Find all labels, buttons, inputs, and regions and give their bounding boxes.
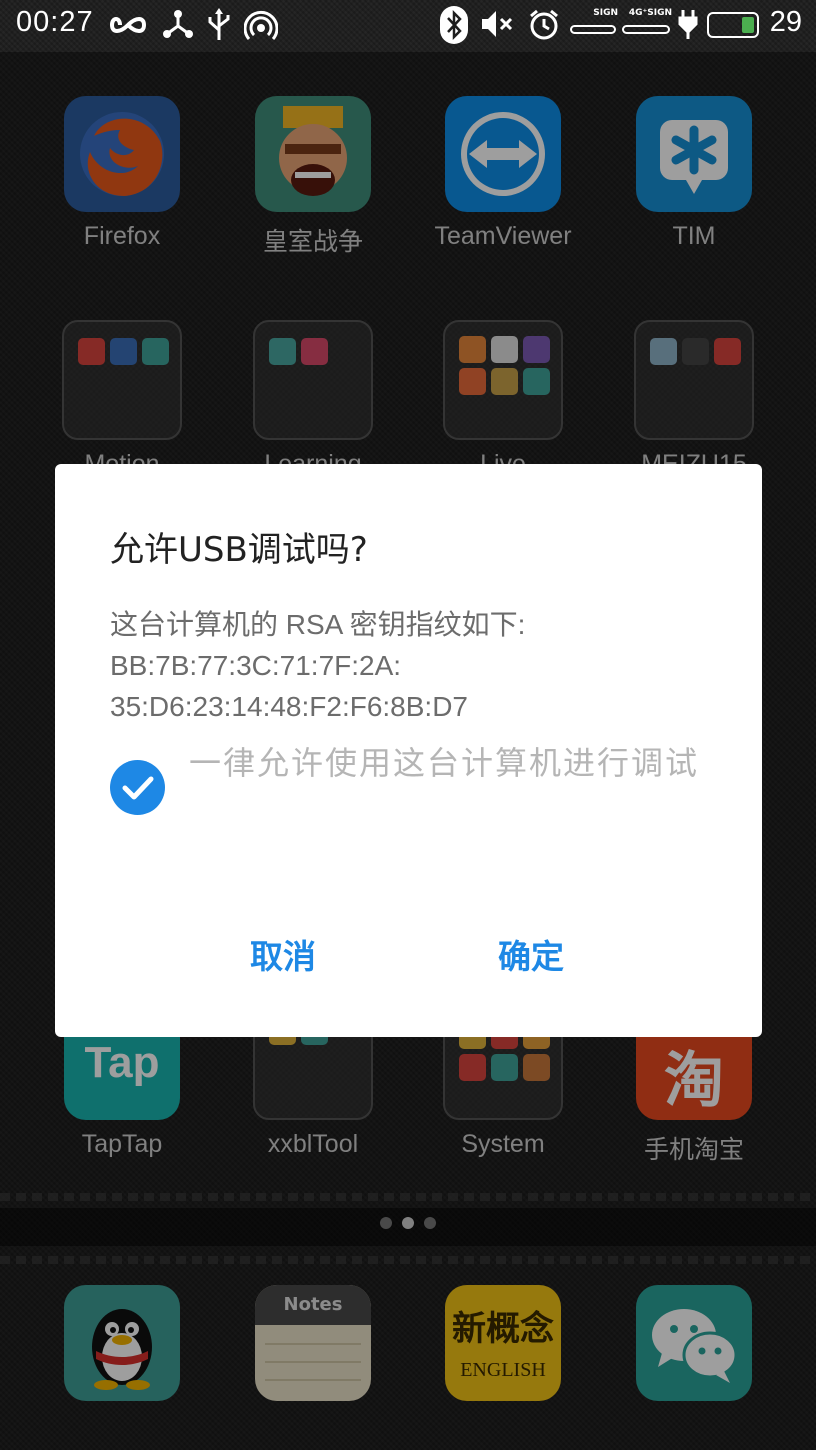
hotspot-icon (244, 10, 278, 40)
rsa-fingerprint-line: BB:7B:77:3C:71:7F:2A: (110, 650, 402, 681)
dialog-message: 这台计算机的 RSA 密钥指纹如下: BB:7B:77:3C:71:7F:2A:… (110, 604, 525, 727)
status-time: 00:27 (16, 6, 94, 38)
dialog-title: 允许USB调试吗? (110, 530, 368, 570)
checkmark-icon (122, 776, 154, 800)
bluetooth-icon (440, 6, 468, 44)
usb-icon (208, 8, 230, 40)
signal-4g-icon: 4G⁺SIGN (622, 8, 672, 38)
mute-icon (482, 11, 513, 37)
rsa-fingerprint-line: 35:D6:23:14:48:F2:F6:8B:D7 (110, 691, 468, 722)
usb-debug-dialog: 允许USB调试吗? 这台计算机的 RSA 密钥指纹如下: BB:7B:77:3C… (55, 464, 762, 1037)
battery-fill (741, 17, 754, 33)
share-icon (163, 10, 193, 38)
alarm-icon (530, 9, 558, 40)
status-bar: 00:27 SIGN 4G⁺SIGN 29 (0, 0, 816, 52)
always-allow-label[interactable]: 一律允许使用这台计算机进行调试 (189, 740, 719, 786)
battery-percent: 29 (769, 6, 802, 38)
ok-button[interactable]: 确定 (498, 930, 564, 978)
signal-icon: SIGN (570, 8, 618, 38)
dialog-message-line: 这台计算机的 RSA 密钥指纹如下: (110, 609, 526, 640)
always-allow-checkbox[interactable] (110, 760, 165, 815)
infinity-icon (109, 17, 147, 33)
charging-icon (678, 10, 698, 39)
cancel-button[interactable]: 取消 (250, 930, 316, 978)
battery-icon (707, 12, 759, 38)
